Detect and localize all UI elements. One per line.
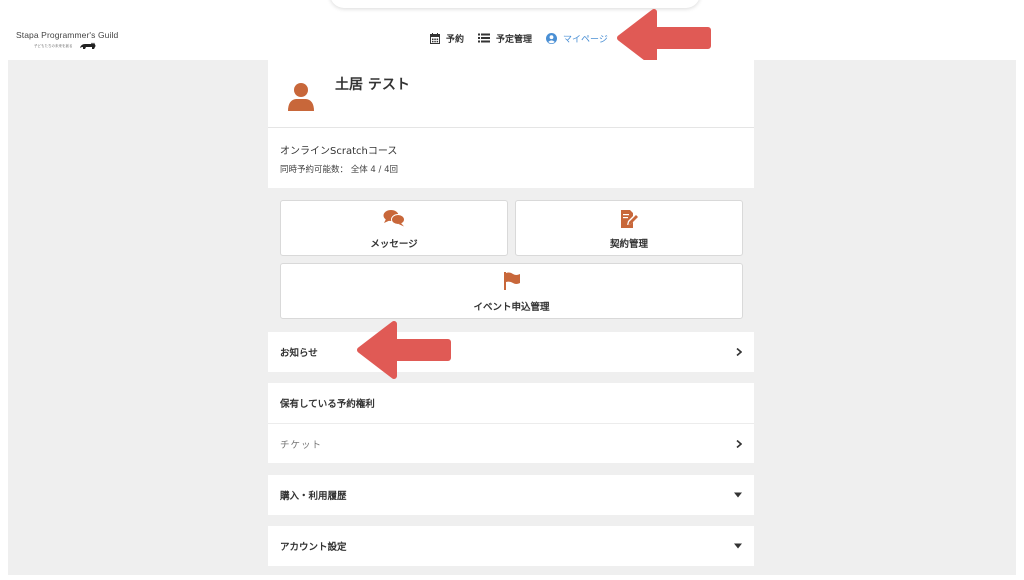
rights-title-label: 保有している予約権利	[280, 399, 375, 410]
course-name: オンラインScratchコース	[280, 146, 398, 157]
arrow-annotation-notice	[357, 321, 451, 379]
nav-mypage[interactable]: マイページ	[546, 32, 608, 45]
nav-mypage-label: マイページ	[563, 34, 608, 45]
event-application-tile-label: イベント申込管理	[473, 302, 550, 313]
flag-icon	[503, 272, 520, 290]
chevron-right-icon	[736, 348, 742, 356]
chat-bubbles-icon	[383, 210, 405, 227]
logo-tagline: 子どもたちの未来を創る	[34, 43, 73, 48]
main-nav: 予約 予定管理 マイページ	[430, 30, 622, 46]
notice-card: お知らせ	[268, 332, 754, 372]
contract-tile-label: 契約管理	[609, 239, 648, 250]
ticket-row[interactable]: チケット	[268, 423, 754, 463]
caret-down-icon	[734, 492, 742, 498]
profile-card: 土居 テスト	[268, 60, 754, 128]
account-card: アカウント設定	[268, 526, 754, 566]
chevron-right-icon	[736, 439, 742, 448]
ticket-label: チケット	[280, 439, 323, 451]
nav-reserve[interactable]: 予約	[430, 32, 464, 45]
message-tile-label: メッセージ	[370, 239, 418, 250]
rights-title: 保有している予約権利	[268, 383, 754, 423]
notice-row[interactable]: お知らせ	[268, 332, 754, 372]
nav-reserve-label: 予約	[446, 34, 465, 45]
contract-tile[interactable]: 契約管理	[515, 200, 743, 256]
reservation-limit: 同時予約可能数： 全体 4 / 4回	[280, 165, 398, 175]
history-card: 購入・利用履歴	[268, 475, 754, 515]
calendar-icon	[430, 32, 440, 44]
user-name: 土居 テスト	[335, 77, 410, 93]
avatar-icon	[288, 83, 314, 111]
user-circle-icon	[546, 32, 558, 44]
notice-label: お知らせ	[280, 348, 318, 359]
nav-schedule-label: 予定管理	[496, 34, 533, 45]
history-label: 購入・利用履歴	[280, 491, 347, 502]
list-icon	[478, 33, 491, 43]
nav-schedule[interactable]: 予定管理	[478, 32, 532, 45]
logo[interactable]: Stapa Programmer's Guild 子どもたちの未来を創る	[16, 30, 118, 50]
course-card: オンラインScratchコース 同時予約可能数： 全体 4 / 4回	[268, 128, 754, 188]
caret-down-icon	[734, 543, 742, 549]
event-application-tile[interactable]: イベント申込管理	[280, 263, 743, 319]
logo-sub: 子どもたちの未来を創る	[34, 42, 118, 50]
account-row[interactable]: アカウント設定	[268, 526, 754, 566]
logo-text: Stapa Programmer's Guild	[16, 30, 119, 40]
contract-edit-icon	[621, 210, 638, 228]
header: Stapa Programmer's Guild 子どもたちの未来を創る 予約 …	[0, 0, 1024, 67]
history-row[interactable]: 購入・利用履歴	[268, 475, 754, 515]
page: Stapa Programmer's Guild 子どもたちの未来を創る 予約 …	[0, 0, 1024, 580]
rights-card: 保有している予約権利 チケット	[268, 383, 754, 463]
account-label: アカウント設定	[280, 542, 347, 553]
cat-logo-icon	[79, 42, 95, 49]
message-tile[interactable]: メッセージ	[280, 200, 508, 256]
